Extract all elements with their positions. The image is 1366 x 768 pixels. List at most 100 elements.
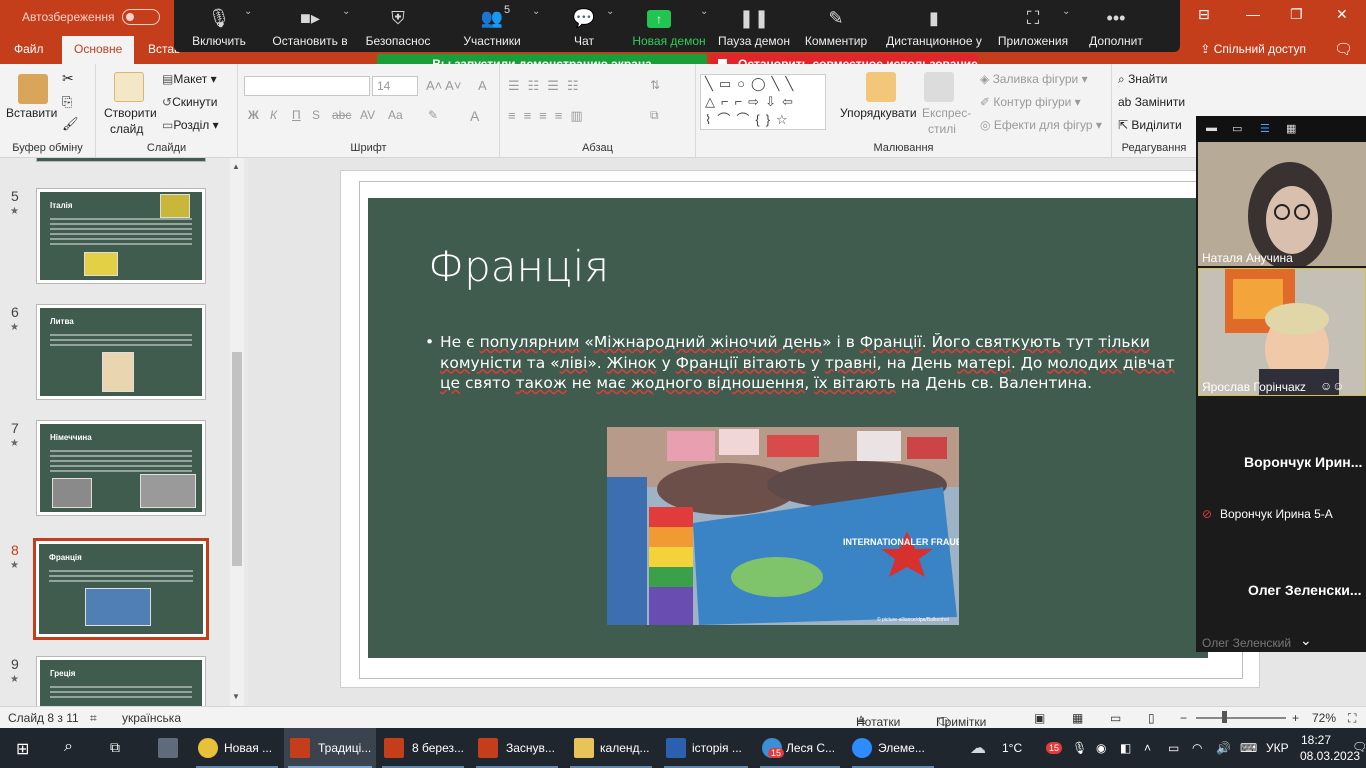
cloud-icon[interactable]: ☁: [970, 738, 986, 758]
clear-format-icon[interactable]: A: [478, 78, 487, 93]
zoom-slider-thumb[interactable]: [1222, 711, 1227, 723]
restore-button[interactable]: ❐: [1290, 6, 1303, 23]
participants-button[interactable]: 👥 5 ⌄ Участники: [440, 0, 544, 52]
chat-button[interactable]: 💬 ⌄ Чат: [544, 0, 624, 52]
security-button[interactable]: ⛨ Безопаснос: [356, 0, 440, 52]
search-button[interactable]: ⌕: [50, 728, 94, 768]
slide-thumbnail-selected[interactable]: Франція: [33, 538, 209, 640]
zoom-slider[interactable]: [1196, 717, 1286, 719]
strikethrough-button[interactable]: abc: [332, 108, 351, 122]
volume-icon[interactable]: 🔊: [1216, 741, 1231, 755]
zoom-in-icon[interactable]: +: [1292, 711, 1299, 725]
shapes-gallery[interactable]: ╲▭○◯╲╲ △⌐⌐⇨⇩⇦ ⌇⌒⌒{}☆: [700, 74, 826, 130]
zoom-level[interactable]: 72%: [1312, 711, 1336, 725]
fit-slide-icon[interactable]: ⛶: [1348, 711, 1356, 726]
thumbnail-row-selected[interactable]: 8 ★ Франція: [0, 538, 230, 654]
shape-fill-button[interactable]: ◈ Заливка фігури ▾: [980, 72, 1088, 86]
quick-styles-button[interactable]: Експрес-: [922, 106, 971, 120]
thumbnail-row[interactable]: 7 ★ Німеччина: [0, 420, 230, 532]
thumbnail-partial[interactable]: [36, 158, 206, 162]
list-icons[interactable]: ☰☷☰☷: [508, 78, 587, 94]
tab-home[interactable]: Основне: [62, 36, 135, 64]
notifications-icon[interactable]: 🗨: [1352, 740, 1366, 754]
autosave-toggle[interactable]: [122, 9, 160, 25]
text-direction-icon[interactable]: ⇅: [650, 78, 660, 92]
paste-button[interactable]: Вставити: [6, 106, 57, 120]
taskbar-powerpoint[interactable]: Заснув...: [472, 728, 562, 768]
font-name-combo[interactable]: [244, 76, 370, 96]
minimize-panel-icon[interactable]: ▬: [1206, 122, 1217, 134]
hide-video-icon[interactable]: ▭: [1232, 122, 1242, 135]
italic-button[interactable]: К: [270, 108, 277, 122]
taskbar-chrome[interactable]: Новая ...: [192, 728, 282, 768]
scroll-up-icon[interactable]: ▲: [232, 162, 240, 171]
more-button[interactable]: ••• Дополнит: [1076, 0, 1156, 52]
speaker-view-icon[interactable]: ☰: [1260, 122, 1270, 135]
thumbnail-row[interactable]: 9 ★ Греція: [0, 656, 230, 706]
layout-button[interactable]: ▤ Макет ▾: [162, 72, 217, 86]
close-button[interactable]: ✕: [1336, 6, 1348, 23]
taskbar-explorer[interactable]: календ...: [566, 728, 656, 768]
stop-video-button[interactable]: ■▸ ⌄ Остановить в: [264, 0, 356, 52]
slide-thumbnail[interactable]: Греція: [36, 656, 206, 706]
underline-button[interactable]: П: [292, 108, 301, 122]
show-hidden-icons[interactable]: ˄: [1144, 741, 1151, 755]
char-spacing-button[interactable]: AV: [360, 108, 375, 122]
font-size-combo[interactable]: 14: [372, 76, 418, 96]
scrollbar-thumb[interactable]: [232, 352, 242, 566]
normal-view-icon[interactable]: ▣: [1034, 711, 1045, 725]
reset-button[interactable]: ↺ Скинути: [162, 95, 218, 109]
grow-font-icon[interactable]: A˄ A˅: [426, 78, 461, 93]
scroll-down-icon[interactable]: ▼: [232, 692, 240, 701]
section-button[interactable]: ▭ Розділ ▾: [162, 118, 219, 132]
taskbar-word[interactable]: історія ...: [660, 728, 752, 768]
participant-video-active[interactable]: [1198, 268, 1366, 396]
zoom-out-icon[interactable]: −: [1180, 711, 1187, 725]
weather-temperature[interactable]: 1°C: [1002, 741, 1022, 755]
pause-share-button[interactable]: ❚❚ Пауза демон: [714, 0, 794, 52]
slide-thumbnail[interactable]: Італія: [36, 188, 206, 284]
reading-view-icon[interactable]: ▭: [1110, 711, 1121, 725]
thumbnail-row[interactable]: 6 ★ Литва: [0, 304, 230, 416]
clock-time[interactable]: 18:27: [1301, 733, 1331, 747]
apps-button[interactable]: ⛶ ⌄ Приложения: [990, 0, 1076, 52]
format-painter-icon[interactable]: 🖌: [62, 116, 79, 132]
slide-thumbnail[interactable]: Німеччина: [36, 420, 206, 516]
cut-icon[interactable]: ✂: [62, 70, 74, 87]
shape-outline-button[interactable]: ✐ Контур фігури ▾: [980, 95, 1081, 109]
copy-icon[interactable]: ⎘: [62, 94, 72, 110]
slide-photo[interactable]: INTERNATIONALER FRAUEN_KAMPFTAG © pictur…: [607, 427, 959, 625]
app-tray-icon[interactable]: ◧: [1120, 741, 1131, 755]
taskbar-zoom[interactable]: Элеме...: [848, 728, 938, 768]
select-button[interactable]: ⇱ Виділити: [1118, 118, 1182, 132]
share-button[interactable]: ⇪ Спільний доступ: [1200, 42, 1306, 56]
wifi-icon[interactable]: ◠: [1192, 741, 1202, 755]
change-case-button[interactable]: Aa: [388, 108, 403, 122]
smartart-icon[interactable]: ⧉: [650, 108, 659, 123]
slide-title[interactable]: Франція: [428, 242, 609, 291]
ribbon-display-icon[interactable]: ⊟: [1198, 6, 1210, 23]
replace-button[interactable]: ab Замінити: [1118, 95, 1185, 109]
slide[interactable]: Франція • Не є популярним «Міжнародний ж…: [368, 198, 1208, 658]
new-slide-button[interactable]: Створити: [104, 106, 157, 120]
microphone-tray-icon[interactable]: 🎙: [1072, 741, 1087, 755]
quick-styles-label2[interactable]: стилі: [928, 122, 956, 136]
start-button[interactable]: ⊞: [0, 728, 48, 768]
font-color-icon[interactable]: A: [470, 108, 479, 124]
remote-control-button[interactable]: ▮ Дистанционное у: [878, 0, 990, 52]
keyboard-language[interactable]: УКР: [1266, 741, 1289, 755]
taskbar-telegram[interactable]: 15 Леся С...: [756, 728, 844, 768]
thumbnail-row[interactable]: 5 ★ Італія: [0, 188, 230, 300]
slide-thumbnail[interactable]: Литва: [36, 304, 206, 400]
shadow-icon[interactable]: S: [312, 108, 320, 122]
highlight-icon[interactable]: ✎: [428, 108, 438, 122]
bold-button[interactable]: Ж: [248, 108, 259, 122]
new-share-button[interactable]: ↑ ⌄ Новая демон: [624, 0, 714, 52]
taskbar-powerpoint-active[interactable]: Традиці...: [284, 728, 376, 768]
participant-video[interactable]: [1198, 142, 1366, 266]
slide-sorter-icon[interactable]: ▦: [1072, 711, 1083, 725]
align-icons[interactable]: ≡≡≡≡▥: [508, 108, 591, 124]
language-indicator[interactable]: українська: [122, 711, 181, 725]
task-view-button[interactable]: ⧉: [96, 728, 140, 768]
shape-effects-button[interactable]: ◎ Ефекти для фігур ▾: [980, 118, 1102, 132]
